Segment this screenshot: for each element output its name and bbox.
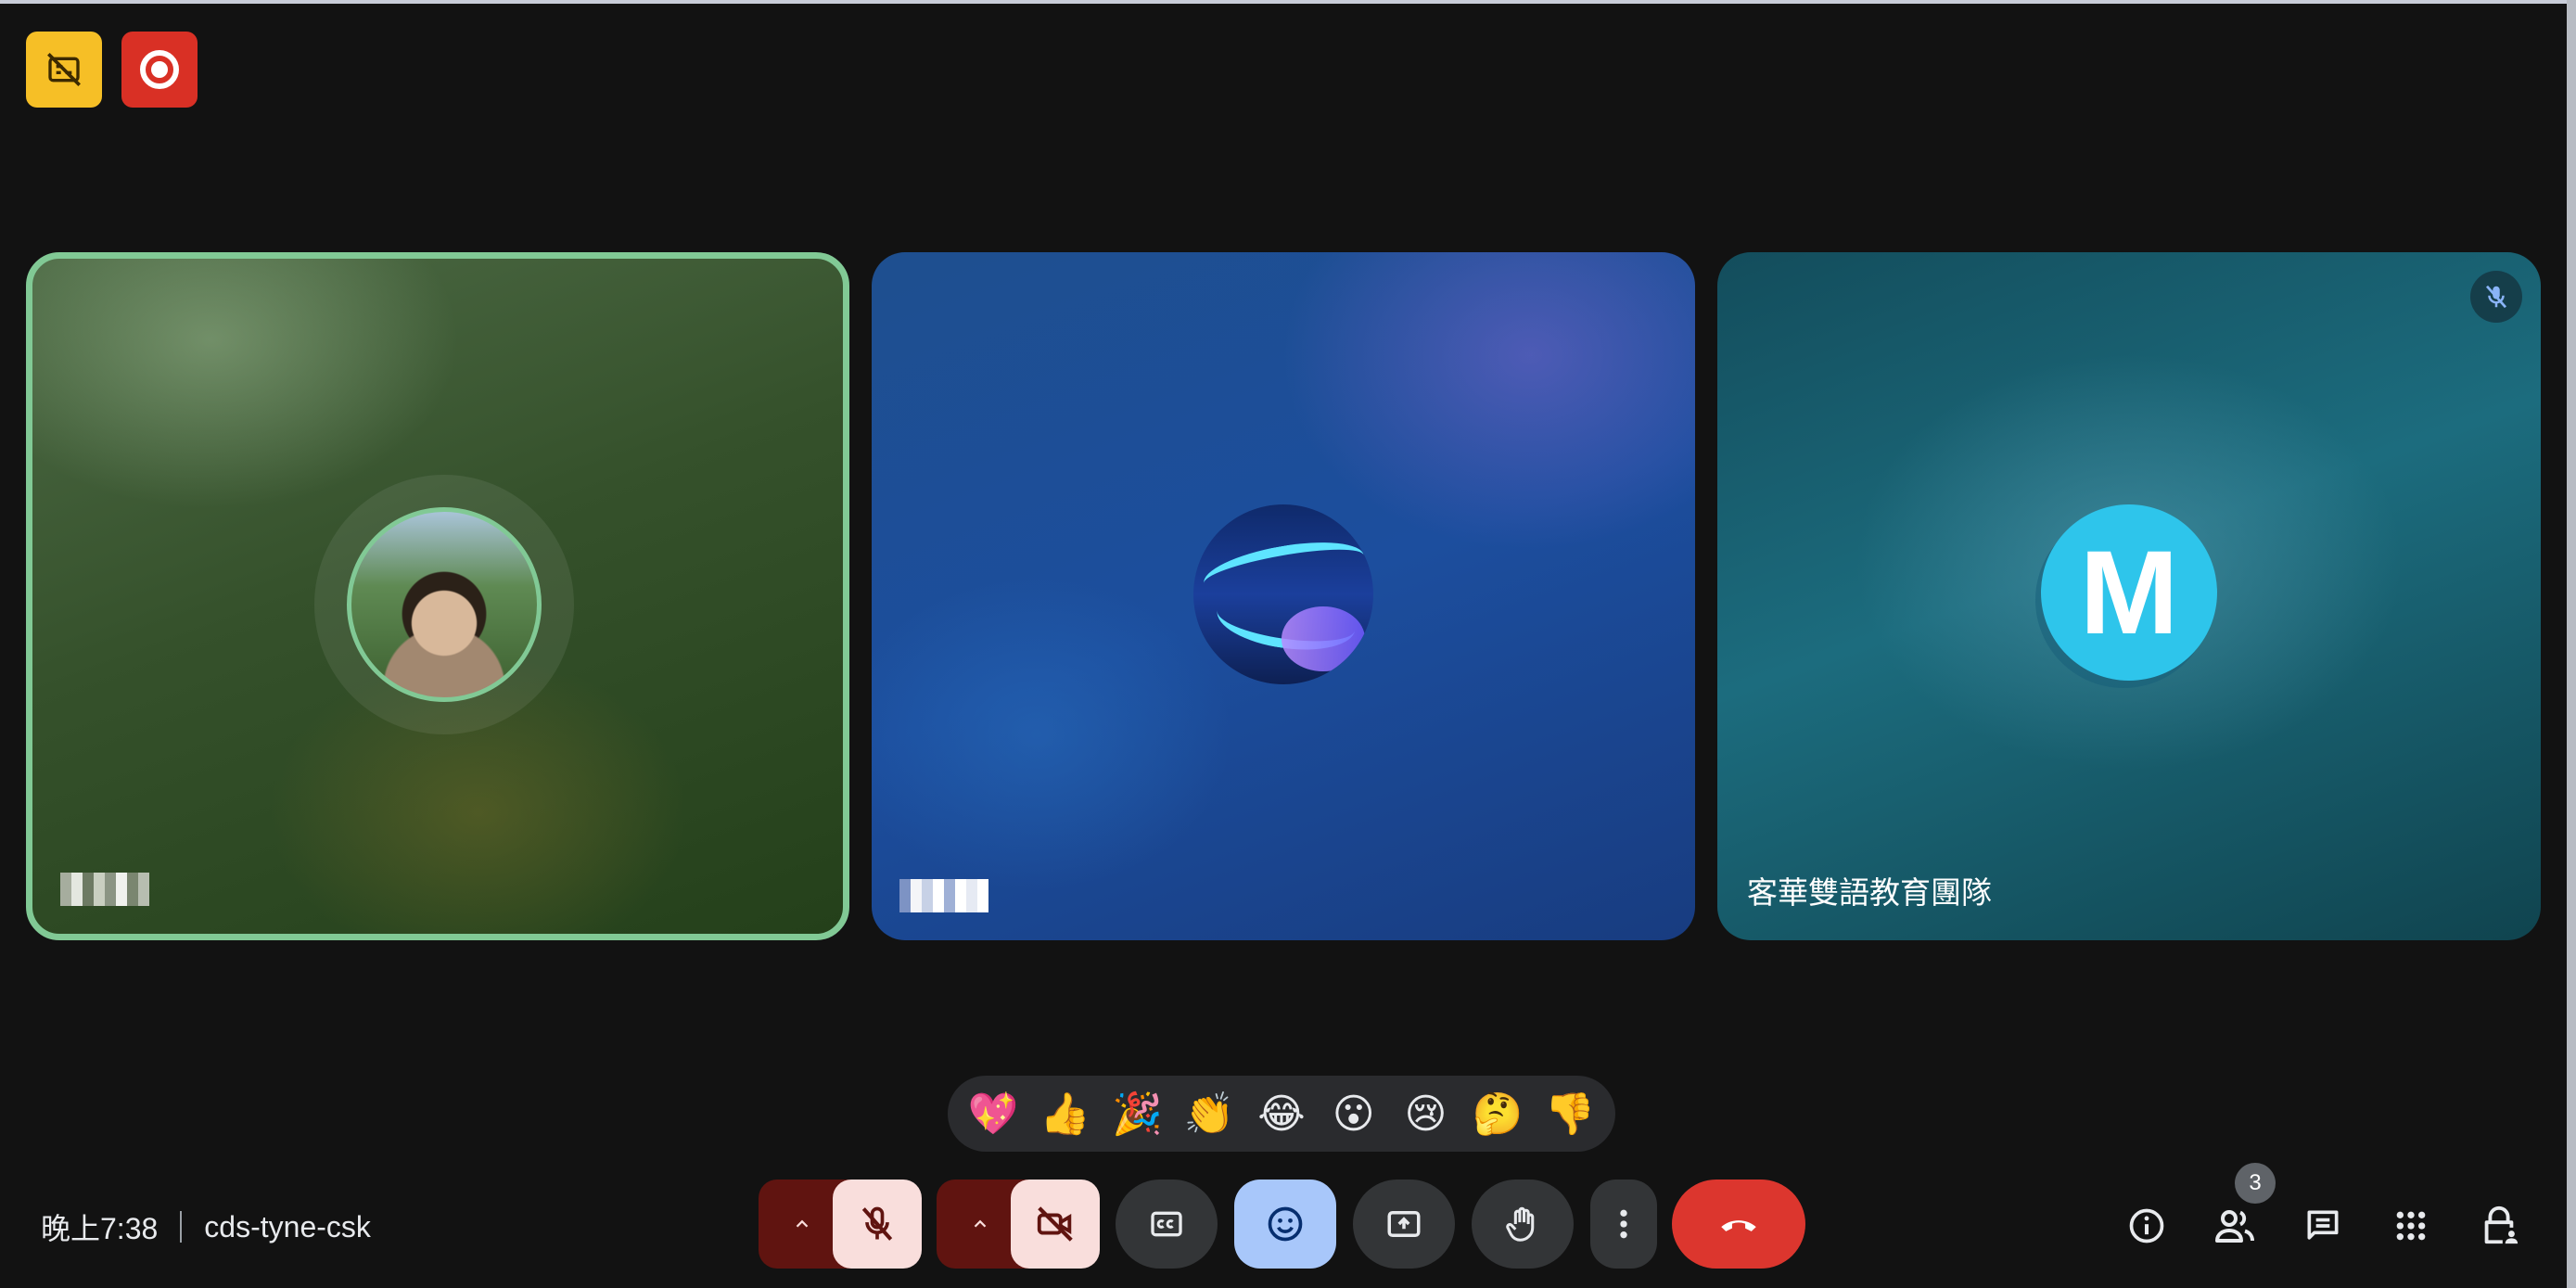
- captions-button[interactable]: [1116, 1180, 1218, 1269]
- leave-call-button[interactable]: [1672, 1180, 1805, 1269]
- participant-avatar-photo: [347, 507, 542, 702]
- reaction-party-popper[interactable]: 🎉: [1103, 1080, 1170, 1147]
- participant-tile-3[interactable]: M 客華雙語教育團隊: [1717, 252, 2541, 940]
- captions-icon: [1151, 1211, 1182, 1237]
- meeting-details: 晚上7:38 cds-tyne-csk: [41, 1205, 371, 1248]
- present-now-button[interactable]: [1353, 1180, 1455, 1269]
- lock-person-icon: [2484, 1205, 2519, 1244]
- camera-off-icon: [1037, 1206, 1073, 1242]
- mic-off-icon: [2485, 285, 2507, 309]
- participant-name-pixelated: [60, 873, 149, 906]
- meeting-code: cds-tyne-csk: [204, 1209, 371, 1243]
- chat-icon: [2307, 1210, 2339, 1240]
- emoji-icon: [1268, 1206, 1303, 1242]
- participant-count-badge: 3: [2235, 1163, 2276, 1204]
- reaction-clapping[interactable]: 👏: [1176, 1080, 1243, 1147]
- chevron-up-icon: [796, 1219, 809, 1228]
- meeting-time: 晚上7:38: [41, 1212, 159, 1245]
- raise-hand-button[interactable]: [1472, 1180, 1574, 1269]
- window-top-edge: [0, 0, 2576, 4]
- activities-button[interactable]: [2381, 1196, 2441, 1256]
- reaction-sparkling-heart[interactable]: 💖: [960, 1080, 1027, 1147]
- window-scrollbar-edge: [2567, 0, 2576, 1288]
- participant-muted-indicator: [2470, 271, 2522, 323]
- reaction-thinking[interactable]: 🤔: [1464, 1080, 1531, 1147]
- apps-grid-icon: [2396, 1211, 2426, 1241]
- divider: [180, 1211, 183, 1243]
- chat-button[interactable]: [2293, 1196, 2353, 1256]
- people-icon: [2215, 1210, 2254, 1243]
- mic-off-icon: [861, 1206, 893, 1241]
- reaction-thumbs-down[interactable]: 👎: [1537, 1080, 1603, 1147]
- captions-off-indicator[interactable]: [26, 32, 102, 108]
- info-icon: [2129, 1208, 2164, 1243]
- closed-captions-off-icon: [47, 53, 81, 86]
- participant-tile-2[interactable]: [872, 252, 1695, 940]
- call-end-icon: [1721, 1220, 1756, 1231]
- host-controls-button[interactable]: [2469, 1196, 2529, 1256]
- chevron-up-icon: [974, 1219, 987, 1228]
- participant-name-pixelated: [899, 879, 988, 912]
- hand-icon: [1506, 1206, 1535, 1242]
- participant-tile-1[interactable]: [26, 252, 849, 940]
- recording-indicator[interactable]: [121, 32, 198, 108]
- camera-toggle-button[interactable]: [1011, 1180, 1100, 1269]
- more-vert-icon: [1620, 1209, 1627, 1239]
- present-icon: [1387, 1211, 1421, 1237]
- reaction-thumbs-up[interactable]: 👍: [1032, 1080, 1099, 1147]
- reaction-surprised[interactable]: 😮: [1320, 1080, 1387, 1147]
- reactions-bar: 💖 👍 🎉 👏 😂 😮 😢 🤔 👎: [948, 1076, 1615, 1152]
- mic-toggle-button[interactable]: [833, 1180, 922, 1269]
- send-reaction-button[interactable]: [1234, 1180, 1336, 1269]
- more-options-button[interactable]: [1590, 1180, 1657, 1269]
- recording-icon: [140, 50, 179, 89]
- participant-name: 客華雙語教育團隊: [1747, 875, 1992, 910]
- reaction-tears-of-joy[interactable]: 😂: [1248, 1080, 1315, 1147]
- participant-avatar-artwork: [1193, 504, 1373, 684]
- reaction-crying[interactable]: 😢: [1392, 1080, 1459, 1147]
- participant-avatar-letter: M: [2041, 504, 2217, 681]
- people-button[interactable]: [2205, 1196, 2264, 1256]
- meeting-details-button[interactable]: [2117, 1196, 2176, 1256]
